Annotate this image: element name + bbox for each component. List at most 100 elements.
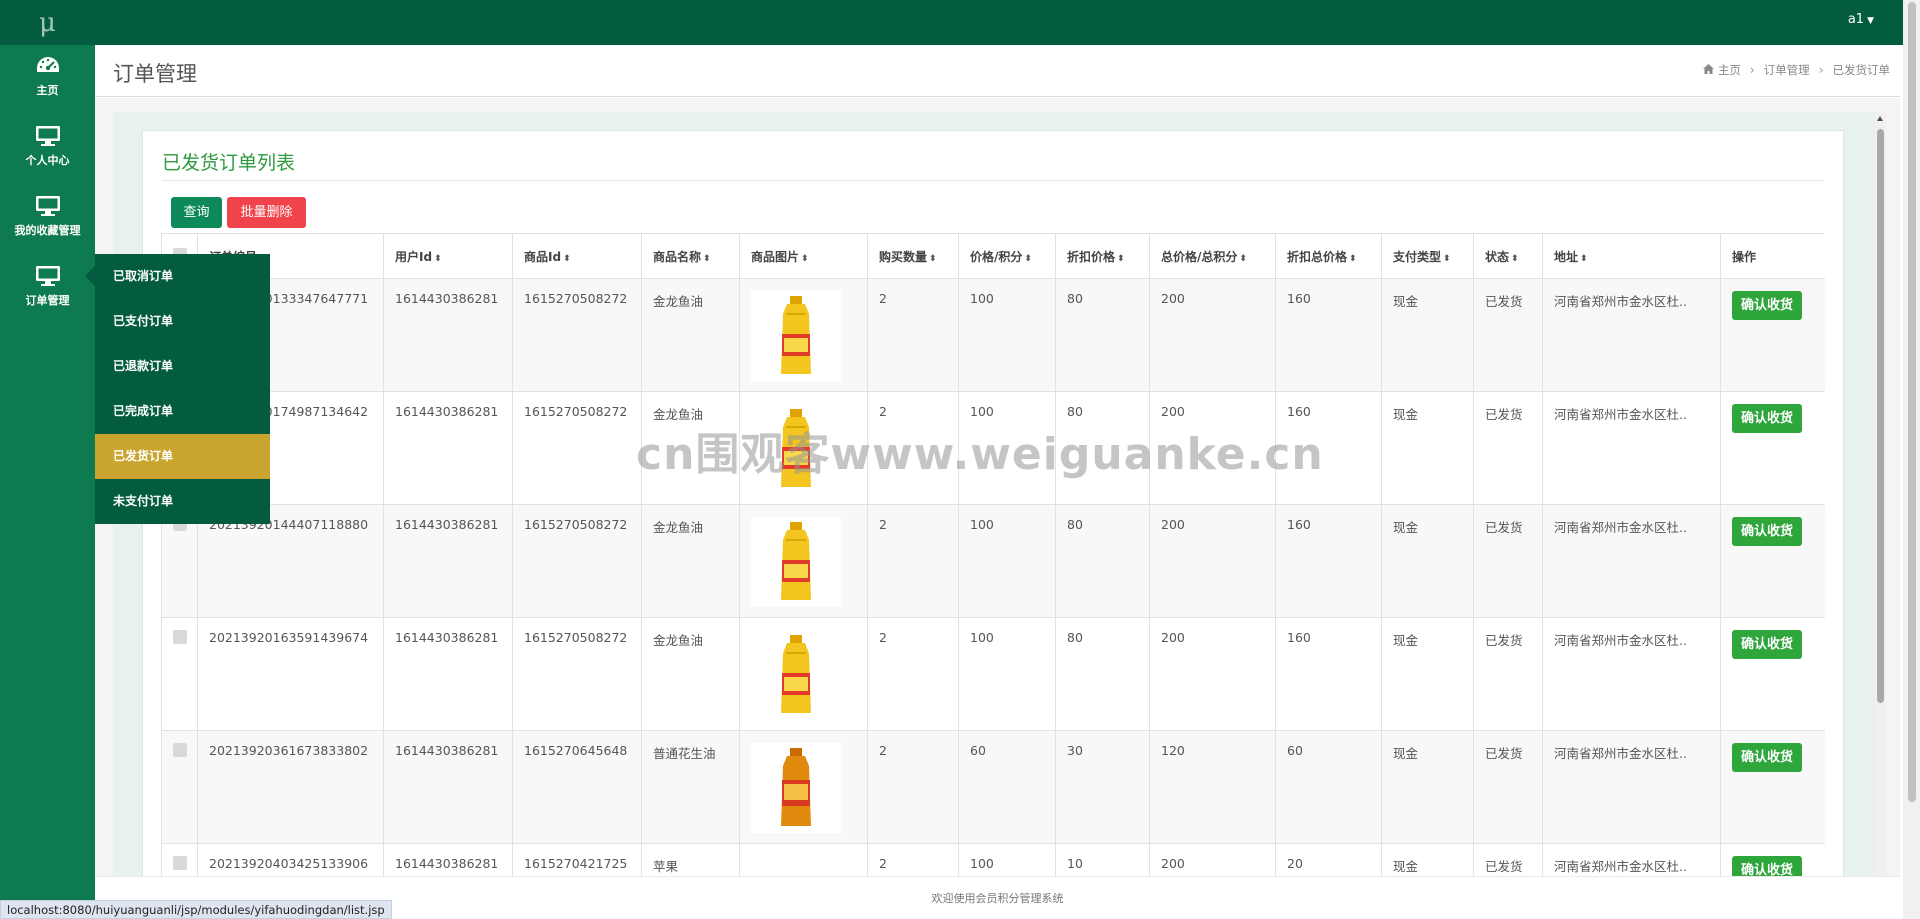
submenu-item-unpaid[interactable]: 未支付订单 — [95, 479, 270, 524]
column-header[interactable]: 状态 ⬍ — [1473, 233, 1543, 279]
cell-qty: 2 — [867, 730, 959, 844]
cell-goods-id: 1615270508272 — [512, 617, 642, 731]
scroll-up-icon[interactable] — [1877, 116, 1883, 121]
home-icon — [1702, 63, 1714, 77]
cell-user-id: 1614430386281 — [383, 843, 513, 876]
cell-goods-id: 1615270508272 — [512, 391, 642, 505]
cell-name: 普通花生油 — [641, 730, 740, 844]
user-menu[interactable]: a1 ▼ — [1848, 12, 1874, 27]
top-navbar: μ a1 ▼ — [0, 0, 1920, 45]
product-image — [751, 743, 841, 833]
cell-image — [739, 617, 868, 731]
page-scrollbar[interactable] — [1903, 0, 1920, 919]
column-header[interactable]: 折扣总价格 ⬍ — [1275, 233, 1382, 279]
sort-icon: ⬍ — [1239, 253, 1247, 264]
row-checkbox[interactable] — [173, 856, 187, 870]
column-header[interactable]: 支付类型 ⬍ — [1381, 233, 1474, 279]
cell-order-no: 20213920163591439674 — [197, 617, 384, 731]
row-select-cell — [161, 843, 198, 876]
submenu-item-completed[interactable]: 已完成订单 — [95, 389, 270, 434]
sort-icon: ⬍ — [1511, 253, 1519, 264]
cell-action: 确认收货 — [1720, 504, 1825, 618]
cell-qty: 2 — [867, 843, 959, 876]
table-row: 20213920403425133906 1614430386281 1615270… — [161, 843, 1825, 876]
breadcrumb-home[interactable]: 主页 — [1718, 62, 1741, 78]
cell-price: 100 — [958, 278, 1056, 392]
cell-qty: 2 — [867, 617, 959, 731]
cell-goods-id: 1615270508272 — [512, 278, 642, 392]
cell-address: 河南省郑州市金水区杜.. — [1542, 504, 1721, 618]
submenu-item-paid[interactable]: 已支付订单 — [95, 299, 270, 344]
cell-image — [739, 504, 868, 618]
confirm-receipt-button[interactable]: 确认收货 — [1732, 404, 1803, 433]
breadcrumb: 主页 › 订单管理 › 已发货订单 — [1702, 62, 1890, 78]
cell-action: 确认收货 — [1720, 730, 1825, 844]
confirm-receipt-button[interactable]: 确认收货 — [1732, 517, 1803, 546]
sidebar-item-favorites[interactable]: 我的收藏管理 — [0, 187, 95, 257]
cell-status: 已发货 — [1473, 391, 1543, 505]
cell-total: 200 — [1149, 617, 1276, 731]
cell-qty: 2 — [867, 504, 959, 618]
sidebar-item-label: 订单管理 — [25, 294, 70, 307]
batch-delete-button[interactable]: 批量删除 — [227, 197, 306, 228]
submenu-item-cancelled[interactable]: 已取消订单 — [95, 254, 270, 299]
table-row: 20213920133347647771 1614430386281 1615270… — [161, 278, 1825, 392]
cell-qty: 2 — [867, 278, 959, 392]
row-checkbox[interactable] — [173, 630, 187, 644]
cell-user-id: 1614430386281 — [383, 730, 513, 844]
column-header[interactable]: 商品图片 ⬍ — [739, 233, 868, 279]
order-table-wrapper: 订单编号⬍ 用户Id⬍ 商品Id⬍ 商品名称⬍ 商品图片⬍ 购买数量⬍ 价格/积… — [161, 233, 1825, 876]
panel-scrollbar[interactable] — [1875, 113, 1886, 876]
chevron-right-icon: › — [1749, 63, 1755, 77]
sidebar-item-home[interactable]: 主页 — [0, 47, 95, 117]
product-image — [751, 856, 841, 876]
status-bar-url: localhost:8080/huiyuanguanli/jsp/modules… — [0, 900, 392, 919]
sort-icon: ⬍ — [1117, 253, 1125, 264]
cell-goods-id: 1615270645648 — [512, 730, 642, 844]
column-header[interactable]: 地址 ⬍ — [1542, 233, 1721, 279]
product-image — [751, 630, 841, 720]
page-title: 订单管理 — [113, 62, 197, 86]
sidebar-item-personal-center[interactable]: 个人中心 — [0, 117, 95, 187]
sidebar-item-orders[interactable]: 订单管理 — [0, 257, 95, 327]
sort-icon: ⬍ — [1024, 253, 1032, 264]
cell-pay-type: 现金 — [1381, 278, 1474, 392]
cell-user-id: 1614430386281 — [383, 504, 513, 618]
cell-order-no: 20213920403425133906 — [197, 843, 384, 876]
column-header[interactable]: 商品名称 ⬍ — [641, 233, 740, 279]
breadcrumb-orders[interactable]: 订单管理 — [1764, 62, 1810, 78]
confirm-receipt-button[interactable]: 确认收货 — [1732, 291, 1803, 320]
row-checkbox[interactable] — [173, 743, 187, 757]
column-header[interactable]: 购买数量 ⬍ — [867, 233, 959, 279]
column-header[interactable]: 价格/积分 ⬍ — [958, 233, 1056, 279]
confirm-receipt-button[interactable]: 确认收货 — [1732, 856, 1803, 876]
column-header[interactable]: 总价格/总积分 ⬍ — [1149, 233, 1276, 279]
sort-icon: ⬍ — [1349, 253, 1357, 264]
confirm-receipt-button[interactable]: 确认收货 — [1732, 743, 1803, 772]
confirm-receipt-button[interactable]: 确认收货 — [1732, 630, 1803, 659]
scrollbar-thumb[interactable] — [1877, 129, 1884, 703]
scrollbar-thumb[interactable] — [1908, 2, 1916, 802]
submenu-item-refunded[interactable]: 已退款订单 — [95, 344, 270, 389]
cell-name: 金龙鱼油 — [641, 617, 740, 731]
sidebar-item-label: 我的收藏管理 — [14, 224, 81, 237]
product-image — [751, 291, 841, 381]
column-header[interactable]: 用户Id ⬍ — [383, 233, 513, 279]
sort-icon: ⬍ — [434, 253, 442, 264]
column-header[interactable]: 商品Id ⬍ — [512, 233, 642, 279]
app-logo[interactable]: μ — [0, 0, 95, 45]
table-row: 20213920163591439674 1614430386281 1615270… — [161, 617, 1825, 731]
column-header[interactable]: 折扣价格 ⬍ — [1055, 233, 1150, 279]
user-name: a1 — [1847, 12, 1865, 27]
submenu-item-shipped[interactable]: 已发货订单 — [95, 434, 270, 479]
cell-goods-id: 1615270508272 — [512, 504, 642, 618]
cell-price: 100 — [958, 504, 1056, 618]
cell-discount-price: 10 — [1055, 843, 1150, 876]
query-button[interactable]: 查询 — [171, 197, 222, 228]
sort-icon: ⬍ — [703, 253, 711, 264]
table-header-row: 订单编号⬍ 用户Id⬍ 商品Id⬍ 商品名称⬍ 商品图片⬍ 购买数量⬍ 价格/积… — [161, 233, 1825, 279]
content-header: 订单管理 主页 › 订单管理 › 已发货订单 — [95, 45, 1900, 97]
cell-address: 河南省郑州市金水区杜.. — [1542, 391, 1721, 505]
cell-discount-total: 160 — [1275, 617, 1382, 731]
monitor-icon — [35, 126, 60, 146]
